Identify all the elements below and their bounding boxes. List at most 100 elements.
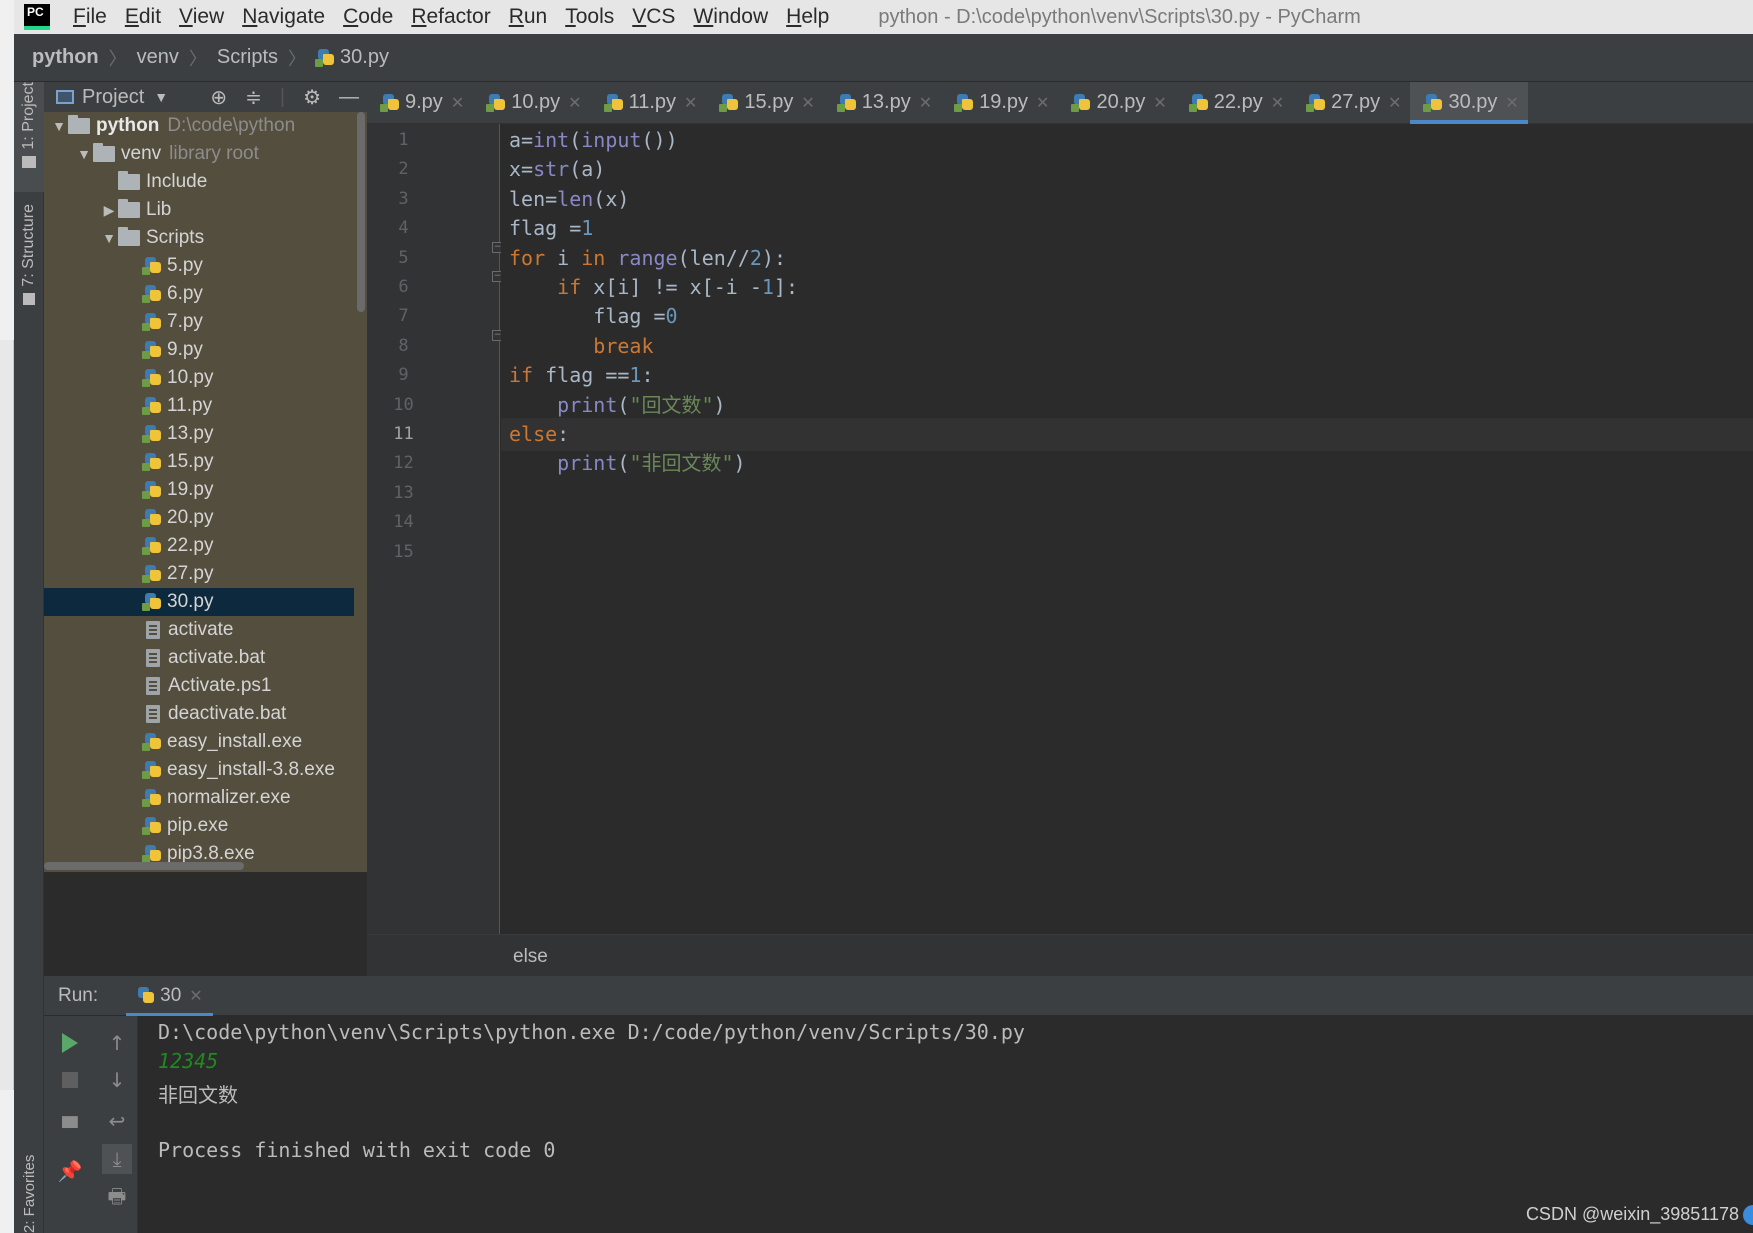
- tree-item[interactable]: 11.py: [44, 392, 354, 420]
- tree-item[interactable]: activate.bat: [44, 644, 354, 672]
- expand-arrow-icon[interactable]: ▼: [75, 146, 93, 162]
- close-icon[interactable]: ✕: [1271, 93, 1284, 113]
- pin-button[interactable]: 📌: [55, 1156, 85, 1186]
- collapse-arrow-icon[interactable]: ▶: [100, 202, 118, 219]
- tree-item[interactable]: Activate.ps1: [44, 672, 354, 700]
- menu-navigate[interactable]: Navigate: [233, 5, 334, 29]
- editor-tab[interactable]: 20.py ✕: [1058, 82, 1175, 124]
- editor-tab[interactable]: 22.py ✕: [1176, 82, 1293, 124]
- tab-structure-toolwindow[interactable]: 7: Structure: [14, 204, 44, 324]
- rerun-button[interactable]: [55, 1028, 85, 1058]
- editor-tab-label: 9.py: [405, 91, 443, 113]
- breadcrumb-item-venv[interactable]: venv: [127, 46, 189, 69]
- editor-tab[interactable]: 19.py ✕: [941, 82, 1058, 124]
- down-arrow-button[interactable]: ↓: [102, 1065, 132, 1095]
- menu-window[interactable]: Window: [684, 5, 777, 29]
- soft-wrap-button[interactable]: ↩: [102, 1106, 132, 1136]
- breadcrumb-item-python[interactable]: python: [14, 46, 109, 69]
- tree-item[interactable]: Include: [44, 168, 354, 196]
- vertical-scrollbar[interactable]: [357, 112, 365, 312]
- menu-refactor[interactable]: Refactor: [402, 5, 499, 29]
- tree-item[interactable]: ▼ venv library root: [44, 140, 354, 168]
- tree-item[interactable]: easy_install-3.8.exe: [44, 756, 354, 784]
- python-file-icon: [142, 284, 163, 304]
- menu-code[interactable]: Code: [334, 5, 402, 29]
- tree-item[interactable]: 15.py: [44, 448, 354, 476]
- editor-tab[interactable]: 27.py ✕: [1293, 82, 1410, 124]
- scroll-to-end-button[interactable]: ⤓: [102, 1144, 132, 1174]
- menu-view[interactable]: View: [170, 5, 233, 29]
- editor-tab[interactable]: 15.py ✕: [706, 82, 823, 124]
- close-icon[interactable]: ✕: [568, 93, 581, 113]
- tree-item[interactable]: 27.py: [44, 560, 354, 588]
- collapse-all-icon[interactable]: ≑: [245, 85, 262, 110]
- expand-arrow-icon[interactable]: ▼: [100, 230, 118, 246]
- editor-tab[interactable]: 11.py ✕: [591, 82, 707, 124]
- project-view-selector[interactable]: Project: [82, 86, 144, 109]
- editor-tab[interactable]: 9.py ✕: [367, 82, 473, 124]
- menu-help[interactable]: Help: [777, 5, 838, 29]
- tree-item[interactable]: 9.py: [44, 336, 354, 364]
- tree-item[interactable]: normalizer.exe: [44, 784, 354, 812]
- menu-tools[interactable]: Tools: [556, 5, 623, 29]
- tab-favorites-toolwindow[interactable]: 2: Favorites: [14, 1130, 44, 1233]
- close-icon[interactable]: ✕: [684, 93, 697, 113]
- horizontal-scrollbar[interactable]: [44, 862, 244, 870]
- locate-target-icon[interactable]: ⊕: [210, 85, 227, 110]
- close-icon[interactable]: ✕: [1388, 93, 1401, 113]
- expand-arrow-icon[interactable]: ▼: [50, 118, 68, 134]
- menu-vcs[interactable]: VCS: [623, 5, 684, 29]
- close-icon[interactable]: ✕: [1153, 93, 1166, 113]
- line-number: 12: [393, 453, 414, 474]
- print-button[interactable]: 🖶: [102, 1184, 132, 1214]
- close-icon[interactable]: ✕: [919, 93, 932, 113]
- breadcrumb-item-scripts[interactable]: Scripts: [207, 46, 288, 69]
- tree-item[interactable]: 19.py: [44, 476, 354, 504]
- code-token: 1: [581, 216, 594, 241]
- tree-item[interactable]: 22.py: [44, 532, 354, 560]
- run-console[interactable]: D:\code\python\venv\Scripts\python.exe D…: [138, 1016, 1753, 1233]
- wrap-icon: ↩: [108, 1109, 126, 1133]
- pycharm-logo-icon: PC: [24, 4, 50, 30]
- tree-item[interactable]: 7.py: [44, 308, 354, 336]
- tree-item[interactable]: ▼ python D:\code\python: [44, 112, 354, 140]
- close-icon[interactable]: ✕: [189, 986, 202, 1006]
- code-token: (: [569, 128, 582, 152]
- chevron-down-icon[interactable]: ▼: [154, 89, 168, 105]
- code-token: (a): [569, 157, 606, 182]
- tree-item[interactable]: easy_install.exe: [44, 728, 354, 756]
- layout-button[interactable]: ▀: [55, 1113, 85, 1143]
- tab-project-toolwindow[interactable]: 1: Project: [14, 82, 44, 192]
- code-editor[interactable]: a=int(input()) x=str(a) len=len(x) flag =1 f…: [501, 124, 1753, 934]
- editor-tab[interactable]: 13.py ✕: [824, 82, 941, 124]
- menu-bar: PC File Edit View Navigate Code Refactor Run To…: [14, 0, 1753, 34]
- stop-button[interactable]: [55, 1065, 85, 1095]
- up-arrow-button[interactable]: ↑: [102, 1028, 132, 1058]
- menu-edit[interactable]: Edit: [116, 5, 170, 29]
- close-icon[interactable]: ✕: [1036, 93, 1049, 113]
- tree-item[interactable]: ▼ Scripts: [44, 224, 354, 252]
- tree-item[interactable]: activate: [44, 616, 354, 644]
- tree-item[interactable]: 10.py: [44, 364, 354, 392]
- tree-item[interactable]: 20.py: [44, 504, 354, 532]
- close-icon[interactable]: ✕: [1505, 93, 1518, 113]
- tree-item[interactable]: 6.py: [44, 280, 354, 308]
- close-icon[interactable]: ✕: [451, 93, 464, 113]
- editor-tab[interactable]: 10.py ✕: [473, 82, 590, 124]
- tree-item[interactable]: 5.py: [44, 252, 354, 280]
- code-breadcrumb-else[interactable]: else: [513, 946, 548, 968]
- tree-item[interactable]: 30.py: [44, 588, 354, 616]
- close-icon[interactable]: ✕: [801, 93, 814, 113]
- run-config-tab[interactable]: 30 ✕: [126, 976, 213, 1016]
- menu-run[interactable]: Run: [500, 5, 557, 29]
- gear-icon[interactable]: ⚙: [303, 85, 321, 110]
- tree-item[interactable]: ▶ Lib: [44, 196, 354, 224]
- tree-item[interactable]: 13.py: [44, 420, 354, 448]
- editor-tab[interactable]: 30.py ✕: [1410, 81, 1529, 124]
- breadcrumb-item-file[interactable]: 30.py: [306, 46, 399, 69]
- tree-item[interactable]: deactivate.bat: [44, 700, 354, 728]
- menu-file[interactable]: File: [64, 5, 116, 29]
- hide-panel-icon[interactable]: —: [339, 86, 359, 109]
- tree-item[interactable]: pip.exe: [44, 812, 354, 840]
